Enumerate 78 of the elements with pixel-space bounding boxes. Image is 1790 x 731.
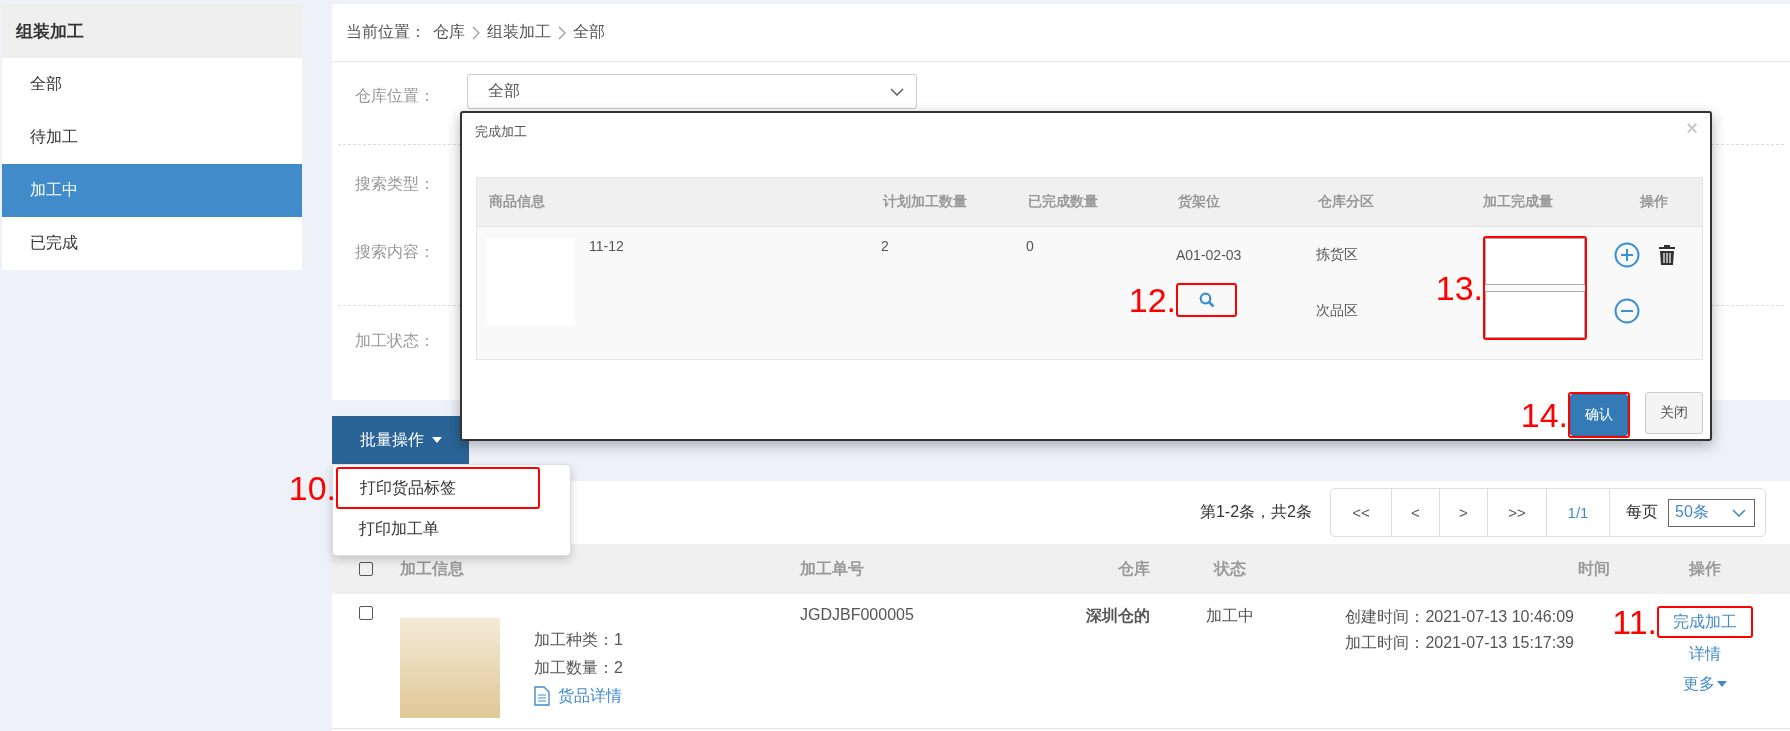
column-header: 仓库 [1117,558,1150,579]
warehouse-select[interactable]: 全部 [467,74,917,109]
done-quantity: 0 [1026,238,1034,254]
breadcrumb-link[interactable]: 组装加工 [487,22,551,43]
sidebar-item[interactable]: 待加工 [2,111,302,164]
column-header: 加工完成量 [1482,193,1554,211]
caret-icon [431,437,442,443]
document-icon [534,686,550,706]
chevron-right-icon [558,25,566,40]
batch-actions-button[interactable]: 批量操作 [332,416,469,464]
breadcrumb-label: 当前位置： [346,22,426,42]
row-checkbox[interactable] [359,606,373,620]
trash-icon[interactable] [1658,244,1676,266]
order-number: JGDJBF000005 [800,606,915,624]
column-header: 货架位 [1177,193,1221,211]
page-button[interactable]: > [1440,489,1488,536]
annotation-number: 10. [288,471,336,505]
chevron-right-icon [472,25,480,40]
annotation-number: 13. [1435,271,1483,305]
zone-name: 拣货区 [1316,246,1358,264]
time-text: 创建时间：2021-07-13 10:46:09 [1345,607,1574,627]
menu-item[interactable]: 打印货品标签 [338,469,538,507]
info-text: 加工数量：2 [534,658,623,678]
plus-circle-icon[interactable] [1614,242,1640,268]
confirm-button[interactable]: 确认 [1570,394,1628,436]
caret-icon [1717,681,1727,687]
sidebar-item[interactable]: 已完成 [2,217,302,270]
breadcrumb-link[interactable]: 仓库 [433,22,465,43]
per-page-select[interactable]: 50条 [1668,498,1755,527]
annotation-number: 12. [1128,283,1176,317]
chevron-down-icon [890,87,904,96]
column-header: 状态 [1212,558,1247,579]
quantity-input[interactable] [1485,238,1585,285]
goods-detail-link[interactable]: 货品详情 [534,682,623,710]
filter-label: 搜索内容： [355,241,436,262]
filter-label: 加工状态： [355,331,436,351]
action-link[interactable]: 详情 [1675,640,1735,668]
page-button[interactable]: >> [1488,489,1547,536]
filter-label: 搜索类型： [355,173,436,194]
search-icon [1198,292,1215,308]
column-header: 商品信息 [488,193,546,211]
quantity-input[interactable] [1485,291,1585,338]
zone-name: 次品区 [1316,302,1358,320]
close-button[interactable]: 关闭 [1645,392,1703,434]
column-header: 操作 [1687,558,1722,579]
action-link[interactable]: 更多 [1669,670,1741,698]
status-text: 加工中 [1205,606,1255,626]
chevron-down-icon [1732,508,1746,517]
sidebar-title: 组装加工 [2,4,302,58]
sidebar-item[interactable]: 全部 [2,58,302,111]
column-header: 时间 [1577,558,1611,579]
column-header: 计划加工数量 [881,193,968,211]
annotation-number: 14. [1520,398,1568,432]
column-header: 已完成数量 [1027,193,1099,211]
per-page-label: 每页 [1626,502,1658,522]
warehouse-name: 深圳仓的 [1085,606,1150,626]
column-header: 仓库分区 [1317,193,1375,211]
select-all-checkbox[interactable] [359,562,373,576]
breadcrumb-link[interactable]: 全部 [573,22,605,43]
menu-item[interactable]: 打印加工单 [333,509,533,549]
page-indicator: 1/1 [1547,489,1610,536]
planned-quantity: 2 [881,238,889,254]
sidebar-item[interactable]: 加工中 [2,164,302,217]
filter-label: 仓库位置： [355,86,436,106]
shelf-code: A01-02-03 [1176,247,1242,263]
modal-title: 完成加工 [475,123,527,141]
record-count: 第1-2条，共2条 [1199,502,1312,522]
minus-circle-icon[interactable] [1614,298,1640,324]
info-text: 加工种类：1 [534,630,623,650]
page-button[interactable]: < [1392,489,1440,536]
page-button[interactable]: << [1331,489,1392,536]
annotation-number: 11. [1612,605,1657,639]
time-text: 加工时间：2021-07-13 15:17:39 [1345,633,1574,653]
column-header: 加工信息 [400,558,465,579]
action-link[interactable]: 完成加工 [1659,608,1751,636]
column-header: 加工单号 [800,558,865,579]
product-name: 11-12 [589,238,624,256]
column-header: 操作 [1639,193,1669,211]
